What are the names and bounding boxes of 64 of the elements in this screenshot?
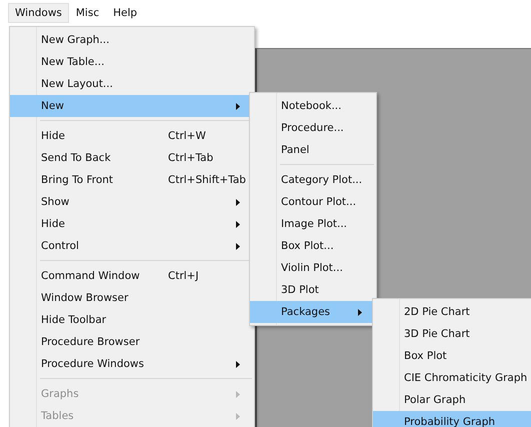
menu-title[interactable]: Misc (68, 3, 106, 23)
menu-item-label: New Table... (41, 56, 104, 68)
menu-item-label: Tables (41, 410, 74, 422)
menu-item-label: 3D Plot (281, 284, 319, 296)
menu-item[interactable]: Category Plot... (250, 169, 376, 191)
submenu-arrow-icon (236, 360, 240, 368)
menu-item-label: Procedure... (281, 122, 344, 134)
submenu-arrow-icon (236, 390, 240, 398)
menu-item-label: CIE Chromaticity Graph (404, 372, 528, 384)
menu-item-label: Command Window (41, 270, 140, 282)
menu-item[interactable]: 3D Pie Chart (373, 323, 531, 345)
menu-item-label: Procedure Windows (41, 358, 144, 370)
submenu-arrow-icon (236, 102, 240, 110)
menu-item-label: Image Plot... (281, 218, 348, 230)
menu-item-label: New (41, 100, 64, 112)
menu-item-label: Show (41, 196, 70, 208)
menu-item-label: Procedure Browser (41, 336, 140, 348)
menu-item-label: Graphs (41, 388, 79, 400)
menu-item[interactable]: Polar Graph (373, 389, 531, 411)
menu-item-label: Notebook... (281, 100, 342, 112)
menu-item[interactable]: Procedure Browser (10, 331, 254, 353)
shortcut-label: Ctrl+Shift+Tab (168, 174, 246, 186)
menu-item-label: New Graph... (41, 34, 110, 46)
menu-item-label: Hide (41, 218, 65, 230)
menu-item-label: 2D Pie Chart (404, 306, 470, 318)
shortcut-label: Ctrl+Tab (168, 152, 214, 164)
menu-item-label: Packages (281, 306, 330, 318)
menu-item[interactable]: Box Plot (373, 345, 531, 367)
menu-item-label: Control (41, 240, 79, 252)
menu-item-label: Hide (41, 130, 65, 142)
menu-item[interactable]: 2D Pie Chart (373, 301, 531, 323)
menu-item-label: Box Plot (404, 350, 447, 362)
submenu-arrow-icon (236, 242, 240, 250)
menu-item-label: Contour Plot... (281, 196, 356, 208)
menu-item[interactable]: Procedure Windows (10, 353, 254, 375)
menu-item-label: 3D Pie Chart (404, 328, 470, 340)
menu-item[interactable]: 3D Plot (250, 279, 376, 301)
menu-item-label: Probability Graph (404, 416, 496, 427)
menu-item[interactable]: Procedure... (250, 117, 376, 139)
menu-item-label: Panel (281, 144, 310, 156)
menu-item[interactable]: CIE Chromaticity Graph (373, 367, 531, 389)
submenu-arrow-icon (236, 198, 240, 206)
menu-item[interactable]: Violin Plot... (250, 257, 376, 279)
menu-item-label: Category Plot... (281, 174, 362, 186)
submenu-arrow-icon (236, 412, 240, 420)
menu-item[interactable]: New Table... (10, 51, 254, 73)
submenu-arrow-icon (236, 220, 240, 228)
menu-title[interactable]: Help (106, 3, 144, 23)
shortcut-label: Ctrl+J (168, 270, 199, 282)
menu-item-label: Violin Plot... (281, 262, 343, 274)
submenu-arrow-icon (358, 308, 362, 316)
menu-item[interactable]: Panel (250, 139, 376, 161)
menu-item-label: Hide Toolbar (41, 314, 106, 326)
menu-item-label: Box Plot... (281, 240, 334, 252)
menu-item-label: New Layout... (41, 78, 113, 90)
shortcut-label: Ctrl+W (168, 130, 206, 142)
menu-item[interactable]: New Layout... (10, 73, 254, 95)
menu-title[interactable]: Windows (8, 3, 69, 23)
menu-item-label: Window Browser (41, 292, 128, 304)
menu-item-label: Send To Back (41, 152, 111, 164)
menu-item-label: Polar Graph (404, 394, 466, 406)
menu-item[interactable]: Probability Graph (373, 411, 531, 427)
menu-item-label: Bring To Front (41, 174, 114, 186)
menu-item[interactable]: New Graph... (10, 29, 254, 51)
